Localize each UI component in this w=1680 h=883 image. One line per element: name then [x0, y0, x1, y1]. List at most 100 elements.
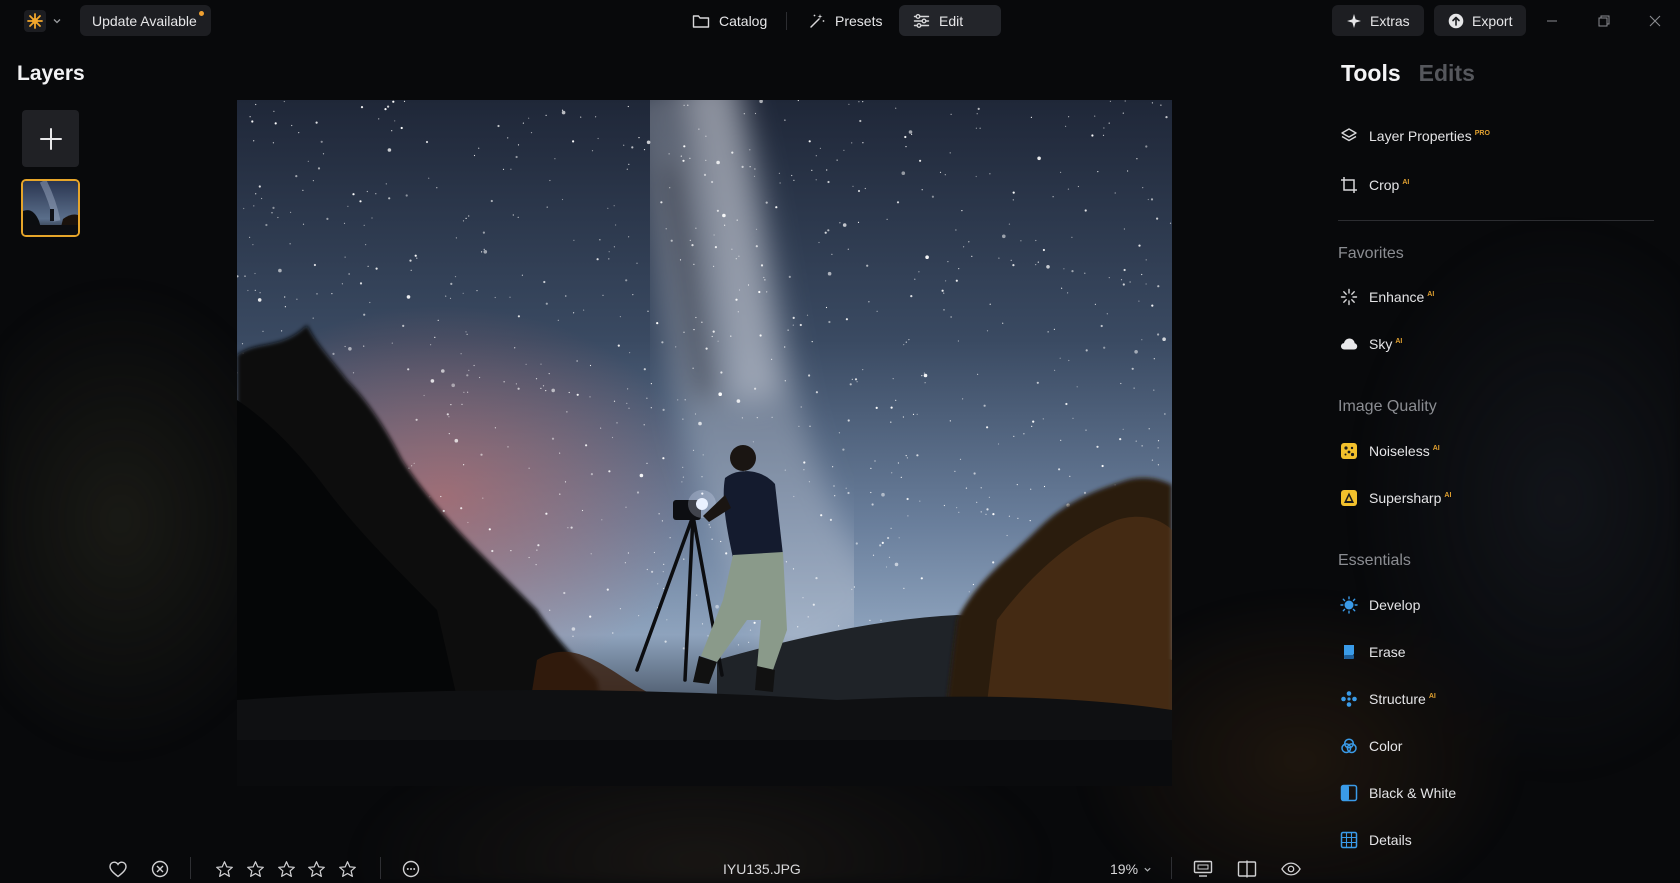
fit-screen-button[interactable] — [1193, 859, 1213, 879]
monitor-icon — [1193, 860, 1213, 877]
update-dot — [198, 11, 204, 16]
star-icon — [277, 860, 295, 877]
main-photo[interactable] — [237, 100, 1172, 786]
color-circles-icon — [1339, 737, 1358, 756]
rating-star-5[interactable] — [337, 859, 357, 879]
zoom-dropdown[interactable]: 19% — [1110, 861, 1152, 877]
edit-button[interactable]: Edit — [899, 5, 1001, 36]
tool-label: Sky — [1369, 336, 1393, 352]
tool-label: Noiseless — [1369, 443, 1430, 459]
eye-icon — [1281, 862, 1301, 876]
structure-dots-icon — [1339, 690, 1358, 709]
magic-wand-icon — [810, 13, 825, 28]
minimize-icon — [1547, 20, 1557, 22]
reject-circle-icon — [151, 860, 169, 878]
tool-label: Develop — [1369, 597, 1421, 613]
tab-edits[interactable]: Edits — [1419, 60, 1475, 87]
preview-button[interactable] — [1281, 859, 1301, 879]
tool-noiseless[interactable]: Noiseless AI — [1339, 436, 1440, 466]
tab-tools[interactable]: Tools — [1341, 60, 1401, 87]
folder-icon — [692, 14, 710, 28]
compare-button[interactable] — [1237, 859, 1257, 879]
app-menu-button[interactable] — [18, 6, 66, 36]
star-icon — [338, 860, 356, 877]
tool-label: Supersharp — [1369, 490, 1442, 506]
night-sky-photo — [237, 100, 1172, 786]
favorite-button[interactable] — [108, 859, 128, 879]
plus-icon — [39, 127, 62, 150]
tool-label: Crop — [1369, 177, 1400, 193]
restore-icon — [1598, 15, 1610, 27]
heart-icon — [109, 860, 127, 877]
export-icon — [1448, 13, 1464, 28]
chevron-down-icon — [53, 19, 61, 24]
rating-star-2[interactable] — [245, 859, 265, 879]
cloud-icon — [1339, 335, 1358, 354]
more-circle-icon — [402, 860, 420, 878]
ai-badge: AI — [1432, 445, 1440, 453]
extras-label: Extras — [1370, 12, 1410, 29]
pro-badge: PRO — [1474, 130, 1490, 138]
tool-erase[interactable]: Erase — [1339, 637, 1406, 667]
tool-enhance[interactable]: Enhance AI — [1339, 282, 1434, 312]
section-image-quality: Image Quality — [1338, 398, 1437, 415]
tool-develop[interactable]: Develop — [1339, 590, 1420, 620]
update-label: Update Available — [92, 12, 197, 29]
update-available-button[interactable]: Update Available — [80, 5, 211, 36]
black-white-icon — [1339, 784, 1358, 803]
enhance-sparkle-icon — [1339, 288, 1358, 307]
star-icon — [215, 860, 233, 877]
presets-button[interactable]: Presets — [794, 5, 896, 36]
sun-icon — [1339, 596, 1358, 615]
tool-label: Structure — [1369, 691, 1426, 707]
tool-crop[interactable]: Crop AI — [1339, 170, 1409, 200]
noise-dots-icon — [1339, 442, 1358, 461]
extras-button[interactable]: Extras — [1332, 5, 1424, 36]
tool-details[interactable]: Details — [1339, 825, 1412, 855]
sharpen-triangle-icon — [1339, 489, 1358, 508]
zoom-value: 19% — [1110, 861, 1139, 877]
tool-color[interactable]: Color — [1339, 731, 1402, 761]
tool-label: Color — [1369, 738, 1403, 754]
close-icon — [1649, 15, 1661, 27]
photo-filename: IYU135.JPG — [723, 861, 801, 877]
panel-tabs: Tools Edits — [1341, 60, 1475, 87]
catalog-button[interactable]: Catalog — [678, 5, 781, 36]
section-favorites: Favorites — [1338, 245, 1404, 262]
tool-label: Erase — [1369, 644, 1406, 660]
tool-layer-properties[interactable]: Layer Properties PRO — [1339, 121, 1490, 151]
tool-supersharp[interactable]: Supersharp AI — [1339, 483, 1451, 513]
more-options-button[interactable] — [401, 859, 421, 879]
tool-label: Black & White — [1369, 785, 1457, 801]
rating-star-3[interactable] — [276, 859, 296, 879]
presets-label: Presets — [835, 12, 883, 29]
section-essentials: Essentials — [1338, 552, 1411, 569]
rating-star-4[interactable] — [306, 859, 326, 879]
crop-icon — [1339, 176, 1358, 195]
tool-black-white[interactable]: Black & White — [1339, 778, 1456, 808]
tool-sky[interactable]: Sky AI — [1339, 329, 1402, 359]
tool-structure[interactable]: Structure AI — [1339, 684, 1436, 714]
ai-badge: AI — [1428, 693, 1436, 701]
ai-badge: AI — [1427, 291, 1435, 299]
bottom-divider — [380, 857, 381, 879]
reject-button[interactable] — [150, 859, 170, 879]
ai-badge: AI — [1395, 338, 1403, 346]
chevron-down-icon — [1144, 867, 1151, 872]
panel-divider — [1338, 220, 1654, 221]
rating-star-1[interactable] — [214, 859, 234, 879]
restore-button[interactable] — [1593, 10, 1615, 32]
export-label: Export — [1472, 12, 1513, 29]
close-button[interactable] — [1644, 10, 1666, 32]
add-layer-button[interactable] — [22, 110, 79, 167]
export-button[interactable]: Export — [1434, 5, 1527, 36]
split-view-icon — [1237, 860, 1257, 878]
tool-label: Layer Properties — [1369, 128, 1472, 144]
layer-thumbnail-image — [23, 181, 78, 235]
layer-thumbnail[interactable] — [21, 179, 80, 237]
eraser-icon — [1339, 643, 1358, 662]
layers-stack-icon — [1339, 127, 1358, 146]
minimize-button[interactable] — [1541, 10, 1563, 32]
sliders-icon — [913, 13, 930, 28]
sparkle-icon — [1347, 13, 1361, 28]
